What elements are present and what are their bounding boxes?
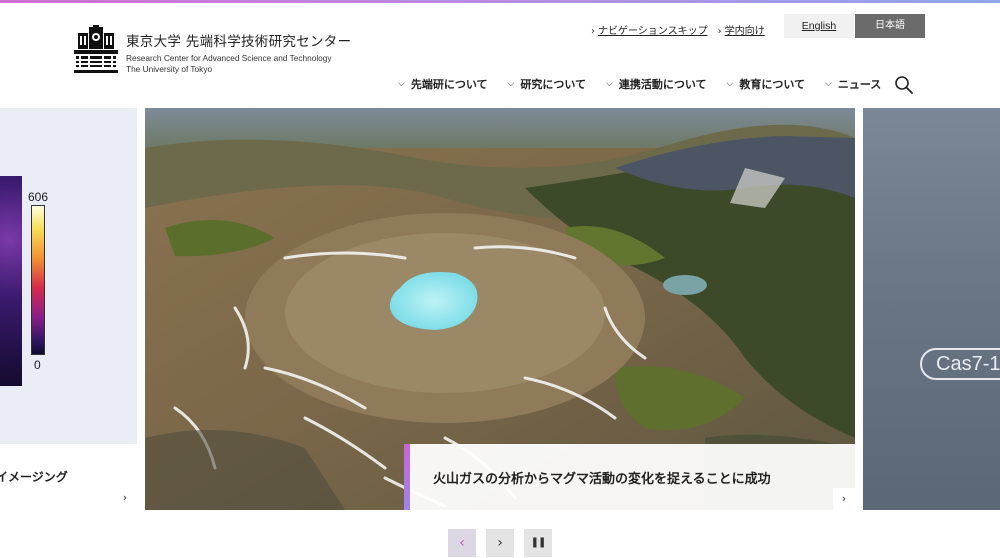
language-japanese-button[interactable]: 日本語 [855, 14, 925, 38]
rcast-logo-icon [74, 25, 118, 75]
carousel-next-button[interactable]: › [486, 529, 514, 557]
site-header: 東京大学 先端科学技術研究センター Research Center for Ad… [0, 3, 1000, 107]
nav-education[interactable]: ⌵ 教育について [727, 76, 806, 92]
chevron-down-icon: ⌵ [825, 79, 832, 89]
chevron-down-icon: ⌵ [726, 79, 734, 89]
nav-news[interactable]: ⌵ ニュース [825, 76, 881, 92]
carousel-pause-button[interactable]: ❚❚ [524, 529, 552, 557]
nav-collaboration[interactable]: ⌵ 連携活動について [606, 76, 707, 92]
chevron-right-icon[interactable]: › [114, 487, 136, 509]
main-slide-caption[interactable]: 火山ガスの分析からマグマ活動の変化を捉えることに成功 › [404, 444, 855, 510]
logo-university-en: The University of Tokyo [126, 64, 213, 74]
chevron-down-icon: ⌵ [398, 79, 405, 89]
colorbar [31, 205, 45, 355]
chevron-down-icon: ⌵ [507, 79, 515, 89]
chevron-right-icon: › [717, 26, 722, 37]
protein-label: Cas7-1 [920, 348, 1000, 380]
main-navigation: ⌵ 先端研について ⌵ 研究について ⌵ 連携活動について ⌵ 教育について ⌵ ニュース [398, 76, 881, 92]
colorbar-max-label: 606 [28, 190, 49, 204]
utility-links: › ナビゲーションスキップ › 学内向け [591, 22, 765, 37]
slide-caption: イメージング › [0, 444, 137, 510]
hero-carousel: 606 0 イメージング › 火山ガスの分析からマグマ活動の変化を捉えることに成… [0, 108, 1000, 510]
logo-subtitle-en: Research Center for Advanced Science and… [126, 53, 332, 63]
slide-image-imaging: 606 0 [0, 108, 137, 444]
search-icon[interactable] [894, 75, 914, 95]
main-slide-title: 火山ガスの分析からマグマ活動の変化を捉えることに成功 [433, 472, 771, 487]
chevron-down-icon: ⌵ [606, 79, 613, 89]
nav-research[interactable]: ⌵ 研究について [508, 76, 587, 92]
internal-users-link[interactable]: › 学内向け [718, 22, 765, 37]
skip-navigation-link[interactable]: › ナビゲーションスキップ [591, 22, 708, 37]
language-english-button[interactable]: English [784, 14, 854, 38]
nav-about[interactable]: ⌵ 先端研について [398, 76, 488, 92]
site-logo[interactable]: 東京大学 先端科学技術研究センター Research Center for Ad… [74, 25, 351, 75]
carousel-slide-previous[interactable]: 606 0 イメージング › [0, 108, 137, 510]
carousel-prev-button[interactable]: ‹ [448, 529, 476, 557]
fluorescence-image [0, 176, 22, 386]
slide-title: イメージング [0, 470, 68, 484]
logo-title-jp: 東京大学 先端科学技術研究センター [126, 34, 352, 50]
carousel-slide-next[interactable]: Cas7-1 [863, 108, 1000, 510]
carousel-controls: ‹ › ❚❚ [448, 529, 552, 557]
colorbar-min-label: 0 [34, 358, 41, 372]
carousel-slide-current[interactable]: 火山ガスの分析からマグマ活動の変化を捉えることに成功 › [145, 108, 855, 510]
chevron-right-icon: › [591, 26, 595, 37]
caption-accent-bar [404, 444, 410, 510]
chevron-right-icon[interactable]: › [833, 488, 855, 510]
